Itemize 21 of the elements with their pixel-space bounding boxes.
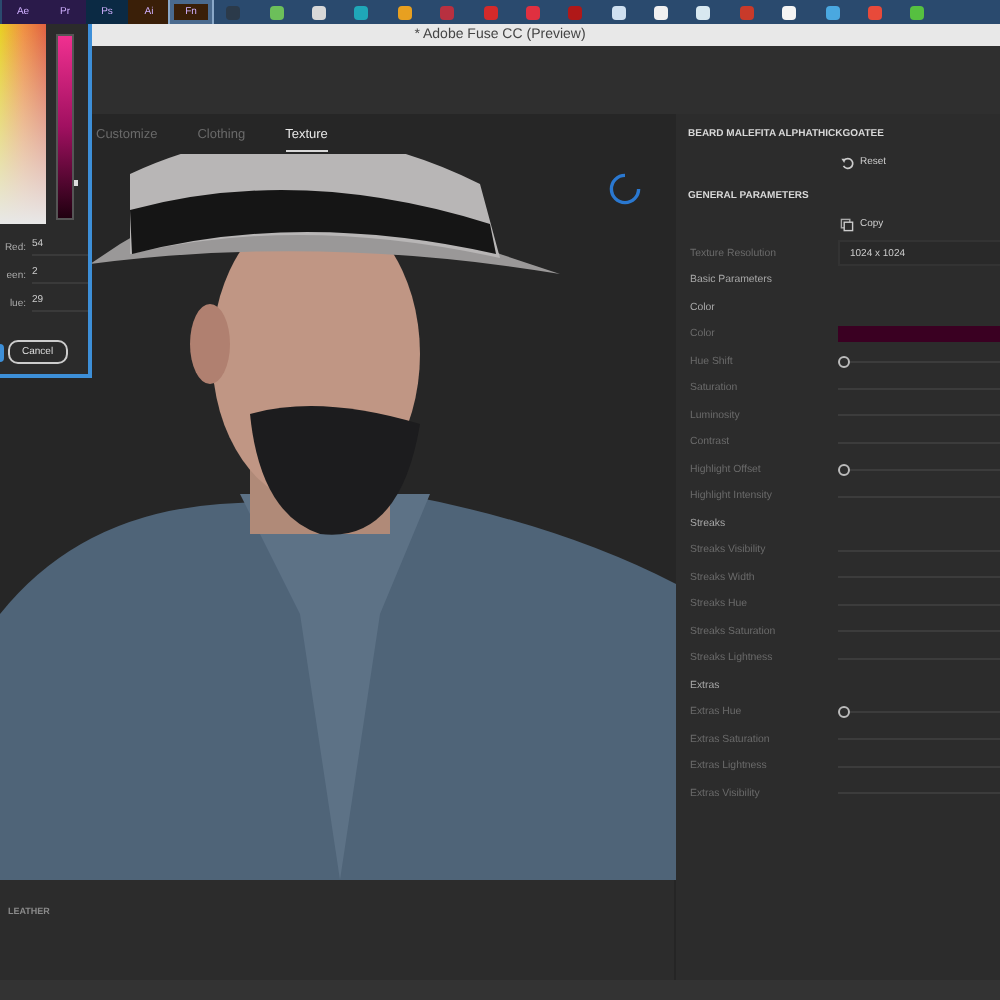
slider[interactable] <box>838 706 1000 719</box>
app-icon[interactable] <box>397 5 412 19</box>
slider-thumb[interactable] <box>838 463 850 476</box>
hue-slider[interactable] <box>56 34 74 220</box>
slider[interactable] <box>838 463 1000 476</box>
app-icon[interactable] <box>910 5 925 19</box>
app-icon[interactable] <box>269 5 284 19</box>
undo-icon <box>840 155 854 169</box>
slider[interactable] <box>838 355 1000 368</box>
app-icon[interactable] <box>825 5 840 19</box>
hue-marker[interactable] <box>74 179 78 186</box>
app-icon[interactable] <box>611 5 626 19</box>
color-field[interactable] <box>0 24 46 224</box>
app-icon[interactable] <box>782 5 797 19</box>
app-icon[interactable] <box>311 5 326 19</box>
copy-icon <box>840 217 854 231</box>
slider-thumb[interactable] <box>838 355 850 368</box>
app-icon[interactable] <box>696 5 711 19</box>
app-icon[interactable] <box>654 5 669 19</box>
slider-thumb[interactable] <box>838 706 850 719</box>
color-swatch[interactable] <box>838 326 1000 343</box>
